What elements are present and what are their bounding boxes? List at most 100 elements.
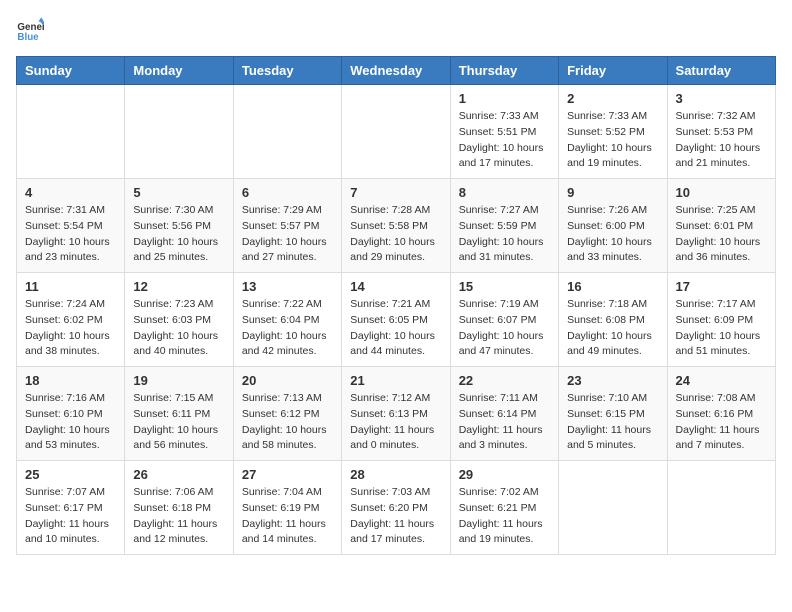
day-cell: 5 Sunrise: 7:30 AM Sunset: 5:56 PM Daylig… bbox=[125, 179, 233, 273]
day-number: 18 bbox=[25, 373, 116, 388]
day-number: 2 bbox=[567, 91, 658, 106]
day-info: Sunrise: 7:28 AM Sunset: 5:58 PM Dayligh… bbox=[350, 203, 441, 266]
column-header-wednesday: Wednesday bbox=[342, 57, 450, 85]
day-info: Sunrise: 7:30 AM Sunset: 5:56 PM Dayligh… bbox=[133, 203, 224, 266]
week-row-2: 4 Sunrise: 7:31 AM Sunset: 5:54 PM Daylig… bbox=[17, 179, 776, 273]
day-info: Sunrise: 7:16 AM Sunset: 6:10 PM Dayligh… bbox=[25, 391, 116, 454]
day-info: Sunrise: 7:10 AM Sunset: 6:15 PM Dayligh… bbox=[567, 391, 658, 454]
day-number: 7 bbox=[350, 185, 441, 200]
day-number: 10 bbox=[676, 185, 767, 200]
day-cell: 1 Sunrise: 7:33 AM Sunset: 5:51 PM Daylig… bbox=[450, 85, 558, 179]
week-row-1: 1 Sunrise: 7:33 AM Sunset: 5:51 PM Daylig… bbox=[17, 85, 776, 179]
day-number: 4 bbox=[25, 185, 116, 200]
day-number: 6 bbox=[242, 185, 333, 200]
day-info: Sunrise: 7:33 AM Sunset: 5:51 PM Dayligh… bbox=[459, 109, 550, 172]
day-info: Sunrise: 7:17 AM Sunset: 6:09 PM Dayligh… bbox=[676, 297, 767, 360]
day-number: 27 bbox=[242, 467, 333, 482]
day-number: 17 bbox=[676, 279, 767, 294]
day-cell: 15 Sunrise: 7:19 AM Sunset: 6:07 PM Dayli… bbox=[450, 273, 558, 367]
day-info: Sunrise: 7:07 AM Sunset: 6:17 PM Dayligh… bbox=[25, 485, 116, 548]
day-info: Sunrise: 7:22 AM Sunset: 6:04 PM Dayligh… bbox=[242, 297, 333, 360]
day-info: Sunrise: 7:13 AM Sunset: 6:12 PM Dayligh… bbox=[242, 391, 333, 454]
day-number: 23 bbox=[567, 373, 658, 388]
day-info: Sunrise: 7:15 AM Sunset: 6:11 PM Dayligh… bbox=[133, 391, 224, 454]
day-cell: 26 Sunrise: 7:06 AM Sunset: 6:18 PM Dayli… bbox=[125, 461, 233, 555]
day-cell bbox=[233, 85, 341, 179]
day-cell: 14Sunrise: 7:21 AM Sunset: 6:05 PM Dayli… bbox=[342, 273, 450, 367]
day-cell: 3 Sunrise: 7:32 AM Sunset: 5:53 PM Daylig… bbox=[667, 85, 775, 179]
day-number: 25 bbox=[25, 467, 116, 482]
column-header-tuesday: Tuesday bbox=[233, 57, 341, 85]
day-info: Sunrise: 7:03 AM Sunset: 6:20 PM Dayligh… bbox=[350, 485, 441, 548]
day-cell: 2 Sunrise: 7:33 AM Sunset: 5:52 PM Daylig… bbox=[559, 85, 667, 179]
day-number: 22 bbox=[459, 373, 550, 388]
calendar-table: SundayMondayTuesdayWednesdayThursdayFrid… bbox=[16, 56, 776, 555]
day-number: 13 bbox=[242, 279, 333, 294]
day-cell: 28 Sunrise: 7:03 AM Sunset: 6:20 PM Dayli… bbox=[342, 461, 450, 555]
day-number: 24 bbox=[676, 373, 767, 388]
day-cell: 18 Sunrise: 7:16 AM Sunset: 6:10 PM Dayli… bbox=[17, 367, 125, 461]
day-number: 14 bbox=[350, 279, 441, 294]
day-cell: 7 Sunrise: 7:28 AM Sunset: 5:58 PM Daylig… bbox=[342, 179, 450, 273]
page-header: General Blue bbox=[16, 16, 776, 44]
day-cell: 27Sunrise: 7:04 AM Sunset: 6:19 PM Dayli… bbox=[233, 461, 341, 555]
day-cell bbox=[17, 85, 125, 179]
day-cell: 19 Sunrise: 7:15 AM Sunset: 6:11 PM Dayli… bbox=[125, 367, 233, 461]
day-number: 3 bbox=[676, 91, 767, 106]
day-number: 8 bbox=[459, 185, 550, 200]
day-info: Sunrise: 7:27 AM Sunset: 5:59 PM Dayligh… bbox=[459, 203, 550, 266]
day-info: Sunrise: 7:32 AM Sunset: 5:53 PM Dayligh… bbox=[676, 109, 767, 172]
day-number: 16 bbox=[567, 279, 658, 294]
day-cell: 17 Sunrise: 7:17 AM Sunset: 6:09 PM Dayli… bbox=[667, 273, 775, 367]
day-number: 28 bbox=[350, 467, 441, 482]
day-info: Sunrise: 7:06 AM Sunset: 6:18 PM Dayligh… bbox=[133, 485, 224, 548]
day-info: Sunrise: 7:08 AM Sunset: 6:16 PM Dayligh… bbox=[676, 391, 767, 454]
day-info: Sunrise: 7:24 AM Sunset: 6:02 PM Dayligh… bbox=[25, 297, 116, 360]
day-cell: 9 Sunrise: 7:26 AM Sunset: 6:00 PM Daylig… bbox=[559, 179, 667, 273]
day-cell: 22 Sunrise: 7:11 AM Sunset: 6:14 PM Dayli… bbox=[450, 367, 558, 461]
day-number: 26 bbox=[133, 467, 224, 482]
day-info: Sunrise: 7:11 AM Sunset: 6:14 PM Dayligh… bbox=[459, 391, 550, 454]
day-info: Sunrise: 7:19 AM Sunset: 6:07 PM Dayligh… bbox=[459, 297, 550, 360]
column-header-sunday: Sunday bbox=[17, 57, 125, 85]
day-cell bbox=[342, 85, 450, 179]
day-number: 15 bbox=[459, 279, 550, 294]
day-number: 21 bbox=[350, 373, 441, 388]
day-cell bbox=[559, 461, 667, 555]
week-row-4: 18 Sunrise: 7:16 AM Sunset: 6:10 PM Dayli… bbox=[17, 367, 776, 461]
day-number: 9 bbox=[567, 185, 658, 200]
day-info: Sunrise: 7:26 AM Sunset: 6:00 PM Dayligh… bbox=[567, 203, 658, 266]
day-cell: 13 Sunrise: 7:22 AM Sunset: 6:04 PM Dayli… bbox=[233, 273, 341, 367]
day-cell: 12 Sunrise: 7:23 AM Sunset: 6:03 PM Dayli… bbox=[125, 273, 233, 367]
day-cell: 16 Sunrise: 7:18 AM Sunset: 6:08 PM Dayli… bbox=[559, 273, 667, 367]
day-cell: 23 Sunrise: 7:10 AM Sunset: 6:15 PM Dayli… bbox=[559, 367, 667, 461]
day-number: 5 bbox=[133, 185, 224, 200]
day-info: Sunrise: 7:29 AM Sunset: 5:57 PM Dayligh… bbox=[242, 203, 333, 266]
day-cell: 11 Sunrise: 7:24 AM Sunset: 6:02 PM Dayli… bbox=[17, 273, 125, 367]
day-cell: 29 Sunrise: 7:02 AM Sunset: 6:21 PM Dayli… bbox=[450, 461, 558, 555]
day-cell: 20Sunrise: 7:13 AM Sunset: 6:12 PM Dayli… bbox=[233, 367, 341, 461]
day-info: Sunrise: 7:31 AM Sunset: 5:54 PM Dayligh… bbox=[25, 203, 116, 266]
day-info: Sunrise: 7:25 AM Sunset: 6:01 PM Dayligh… bbox=[676, 203, 767, 266]
day-cell: 8 Sunrise: 7:27 AM Sunset: 5:59 PM Daylig… bbox=[450, 179, 558, 273]
day-info: Sunrise: 7:02 AM Sunset: 6:21 PM Dayligh… bbox=[459, 485, 550, 548]
day-number: 12 bbox=[133, 279, 224, 294]
day-info: Sunrise: 7:23 AM Sunset: 6:03 PM Dayligh… bbox=[133, 297, 224, 360]
logo-icon: General Blue bbox=[16, 16, 44, 44]
day-cell: 6 Sunrise: 7:29 AM Sunset: 5:57 PM Daylig… bbox=[233, 179, 341, 273]
column-header-thursday: Thursday bbox=[450, 57, 558, 85]
day-number: 11 bbox=[25, 279, 116, 294]
column-header-saturday: Saturday bbox=[667, 57, 775, 85]
day-info: Sunrise: 7:33 AM Sunset: 5:52 PM Dayligh… bbox=[567, 109, 658, 172]
calendar-header-row: SundayMondayTuesdayWednesdayThursdayFrid… bbox=[17, 57, 776, 85]
day-cell: 4 Sunrise: 7:31 AM Sunset: 5:54 PM Daylig… bbox=[17, 179, 125, 273]
column-header-friday: Friday bbox=[559, 57, 667, 85]
day-number: 29 bbox=[459, 467, 550, 482]
day-number: 19 bbox=[133, 373, 224, 388]
week-row-5: 25 Sunrise: 7:07 AM Sunset: 6:17 PM Dayli… bbox=[17, 461, 776, 555]
day-number: 1 bbox=[459, 91, 550, 106]
day-cell bbox=[125, 85, 233, 179]
week-row-3: 11 Sunrise: 7:24 AM Sunset: 6:02 PM Dayli… bbox=[17, 273, 776, 367]
day-info: Sunrise: 7:18 AM Sunset: 6:08 PM Dayligh… bbox=[567, 297, 658, 360]
day-cell bbox=[667, 461, 775, 555]
